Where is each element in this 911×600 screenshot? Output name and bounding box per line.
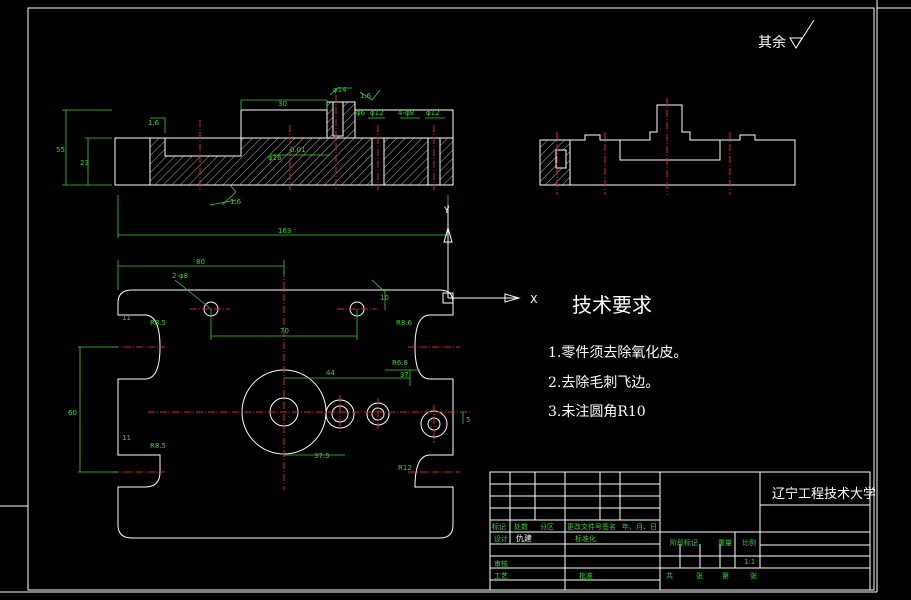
tb-sheet-total: 共 <box>666 571 673 580</box>
tb-header-mark: 标记 <box>492 522 506 531</box>
tb-approve-label: 批准 <box>579 571 593 580</box>
tb-header-count: 处数 <box>514 522 528 531</box>
tb-review-label: 审核 <box>494 559 508 568</box>
dim-11a: 11 <box>122 314 131 322</box>
dim-30: 30 <box>278 100 287 108</box>
tb-scale-value: 1:1 <box>744 558 755 566</box>
tb-header-sign: 签名 <box>602 522 616 531</box>
dim-5: 5 <box>466 416 470 424</box>
dim-60: 60 <box>68 409 77 417</box>
dim-phi6: φ6 <box>356 109 366 117</box>
dim-phi12b: φ12 <box>426 109 440 117</box>
dim-r6-8: R6.8 <box>392 359 408 367</box>
tb-standard-label: 标准化 <box>575 534 596 543</box>
dim-11b: 11 <box>122 434 131 442</box>
ucs-x-label: X <box>530 293 538 306</box>
tb-header-date: 年、月、日 <box>622 522 657 531</box>
tech-req-title: 技术要求 <box>572 293 652 317</box>
dim-phi12a: φ12 <box>370 109 384 117</box>
tb-process-label: 工艺 <box>494 572 508 580</box>
dim-37-5: 37.5 <box>314 452 330 460</box>
ucs-y-label: Y <box>443 206 450 216</box>
cad-drawing-canvas: 其余 55 23 1.6 30 φ14 1.6 φ6 φ12 4-φ8 φ12 … <box>0 0 911 600</box>
dim-55: 55 <box>56 146 65 154</box>
dim-r8-6: R8.6 <box>396 319 413 327</box>
tech-req-item-2: 2.去除毛刺飞边。 <box>548 375 659 391</box>
tech-req-item-3: 3.未注圆角R10 <box>548 404 646 420</box>
school-name: 辽宁工程技术大学 <box>772 486 876 502</box>
dim-phi14: φ14 <box>333 86 347 94</box>
tb-sheet-unit-2: 张 <box>750 571 757 580</box>
tb-stage-label: 阶段标记 <box>670 538 698 547</box>
dim-r8-5b: R8.5 <box>150 442 166 450</box>
tb-header-change-doc: 更改文件号 <box>567 522 602 531</box>
dim-r12: R12 <box>398 464 412 472</box>
dim-1-6b: 1.6 <box>360 92 372 100</box>
roughness-note-text: 其余 <box>758 34 786 51</box>
tb-designer: 仇建 <box>516 533 532 543</box>
dim-37: 37 <box>400 371 409 379</box>
dim-0-01: 0.01 <box>290 146 306 154</box>
dim-1-6c: 1.6 <box>230 198 242 206</box>
drawing-frame <box>0 0 911 600</box>
dim-2-phi8: 2-φ8 <box>172 272 188 280</box>
tb-sheet-index: 第 <box>722 571 729 580</box>
dim-44: 44 <box>326 369 335 377</box>
dim-r8-5a: R8.5 <box>150 319 166 327</box>
tb-design-label: 设计 <box>494 534 508 543</box>
dim-4-phi8: 4-φ8 <box>398 109 414 117</box>
tech-req-item-1: 1.零件须去除氧化皮。 <box>548 345 687 361</box>
dim-1-6a: 1.6 <box>148 119 160 127</box>
tb-scale-label: 比例 <box>742 538 756 547</box>
tb-weight-label: 重量 <box>718 539 732 547</box>
tb-sheet-unit-1: 张 <box>696 571 703 580</box>
dim-163: 163 <box>278 227 291 235</box>
dim-80: 80 <box>196 258 205 266</box>
dim-phi16: φ16 <box>268 154 282 162</box>
dim-23: 23 <box>80 159 89 167</box>
dim-10: 10 <box>380 294 389 302</box>
dim-70: 70 <box>280 327 289 335</box>
tb-header-zone: 分区 <box>540 522 554 531</box>
